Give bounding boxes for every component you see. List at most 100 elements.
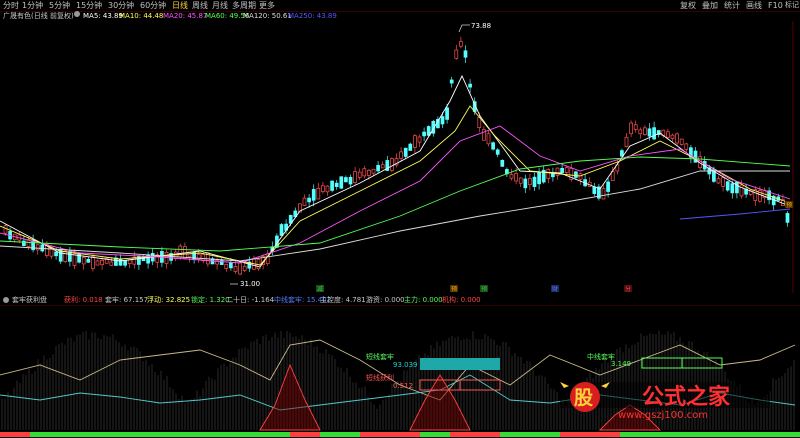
ma-info-bar: 广晟有色(日线 前复权) MA5: 43.89 MA10: 44.48 MA20… <box>0 11 800 21</box>
indicator-info-bar: 套牢获利盘 获利: 0.018 套牢: 67.157 浮动: 32.825 锁定… <box>0 295 800 305</box>
short-profit-label: 短线获利 <box>366 373 394 382</box>
signal-segment <box>450 432 500 437</box>
candle-body <box>86 258 91 263</box>
candle-body <box>546 169 551 179</box>
tool-draw[interactable]: 画线 <box>746 0 762 11</box>
tool-mark[interactable]: 标记 <box>785 0 799 11</box>
candle-body <box>560 167 564 174</box>
period-tab-3[interactable]: 15分钟 <box>76 0 102 11</box>
candle-body <box>670 134 675 139</box>
watermark-url: www.gszj100.com <box>618 410 708 420</box>
candle-body <box>633 124 638 130</box>
signal-segment <box>420 432 450 437</box>
event-marker-3[interactable]: 财 <box>552 285 558 293</box>
candle-body <box>518 177 523 184</box>
candle-body <box>666 131 670 138</box>
candle-body <box>114 257 118 266</box>
signal-segment <box>320 432 360 437</box>
settings-dot-icon[interactable] <box>74 11 80 17</box>
signal-segment <box>560 432 620 437</box>
candle-body <box>35 244 40 251</box>
candle-body <box>399 151 403 159</box>
candle-body <box>463 50 468 58</box>
period-tab-4[interactable]: 30分钟 <box>108 0 134 11</box>
watermark-logo: 股 公式之家 www.gszj100.com <box>560 380 782 421</box>
period-tab-0[interactable]: 分时 <box>3 0 19 11</box>
candle-body <box>357 171 362 178</box>
candle-body <box>302 197 307 206</box>
candle-body <box>440 116 445 125</box>
period-tab-7[interactable]: 周线 <box>192 0 208 11</box>
candle-body <box>403 147 408 157</box>
indicator-item-6: 主控度: 4.781 <box>320 296 366 304</box>
stock-name: 广晟有色(日线 前复权) <box>3 12 74 20</box>
candle-body <box>321 185 325 192</box>
candle-body <box>638 129 643 135</box>
candle-body <box>330 180 334 191</box>
indicator-item-4: 二十日: -1.164 <box>226 296 275 304</box>
candle-body <box>601 188 606 200</box>
period-tab-2[interactable]: 5分钟 <box>49 0 70 11</box>
ma20-value: MA20: 45.87 <box>163 12 208 20</box>
tool-stats[interactable]: 统计 <box>724 0 740 11</box>
candle-body <box>325 185 330 193</box>
period-tab-5[interactable]: 60分钟 <box>140 0 166 11</box>
low-label: 31.00 <box>240 280 260 288</box>
period-tab-9[interactable]: 多周期 <box>232 0 256 11</box>
candle-body <box>178 245 183 258</box>
candle-body <box>509 174 514 179</box>
ma250-value: MA250: 43.89 <box>288 12 337 20</box>
period-tab-1[interactable]: 1分钟 <box>22 0 43 11</box>
candle-body <box>224 263 229 269</box>
candle-body <box>629 122 633 135</box>
tool-overlay[interactable]: 叠加 <box>702 0 718 11</box>
signal-segment <box>500 432 560 437</box>
indicator-item-0: 获利: 0.018 <box>64 296 103 304</box>
period-tab-8[interactable]: 月线 <box>212 0 228 11</box>
period-tab-6[interactable]: 日线 <box>172 0 188 11</box>
candle-body <box>725 181 730 191</box>
mid-trapped-value: 3.149 <box>611 360 631 368</box>
event-marker-5[interactable]: 预 <box>786 201 792 209</box>
candle-body <box>523 178 528 189</box>
candle-body <box>63 250 68 263</box>
short-profit-value: 0.512 <box>393 382 413 390</box>
candle-body <box>242 265 247 271</box>
event-marker-4[interactable]: 分 <box>625 285 631 293</box>
indicator-title: 套牢获利盘 <box>12 296 47 304</box>
candle-body <box>592 186 597 194</box>
watermark-text: 公式之家 <box>642 384 731 410</box>
event-marker-1[interactable]: 预 <box>451 285 457 293</box>
candle-body <box>578 173 583 180</box>
candle-body <box>307 197 311 203</box>
candle-body <box>716 178 721 184</box>
candle-body <box>118 258 123 266</box>
candle-body <box>334 182 339 188</box>
candle-body <box>339 176 344 189</box>
candle-body <box>233 266 238 272</box>
ma5-value: MA5: 43.89 <box>83 12 123 20</box>
candle-body <box>279 224 284 236</box>
candle-body <box>417 136 422 143</box>
candle-body <box>730 183 735 194</box>
tool-f10[interactable]: F10 <box>768 0 783 11</box>
candle-body <box>647 128 652 137</box>
candle-body <box>624 136 629 147</box>
candlestick-chart[interactable]: 73.88 31.00 减 预 预 财 分 预 <box>0 21 800 293</box>
candle-body <box>721 177 725 187</box>
indicator-item-9: 机构: 0.000 <box>442 296 481 304</box>
candle-body <box>3 225 8 234</box>
tool-fuquan[interactable]: 复权 <box>680 0 696 11</box>
candle-body <box>495 149 500 155</box>
candle-body <box>68 251 72 262</box>
indicator-dot-icon[interactable] <box>3 297 9 303</box>
candle-body <box>413 135 417 148</box>
signal-segment <box>0 432 30 437</box>
period-tab-10[interactable]: 更多 <box>259 0 275 11</box>
signal-segment <box>30 432 290 437</box>
candle-body <box>311 189 316 201</box>
event-marker-0[interactable]: 减 <box>317 285 323 293</box>
candle-body <box>123 260 127 266</box>
candle-body <box>532 176 537 187</box>
event-marker-2[interactable]: 预 <box>481 285 487 293</box>
